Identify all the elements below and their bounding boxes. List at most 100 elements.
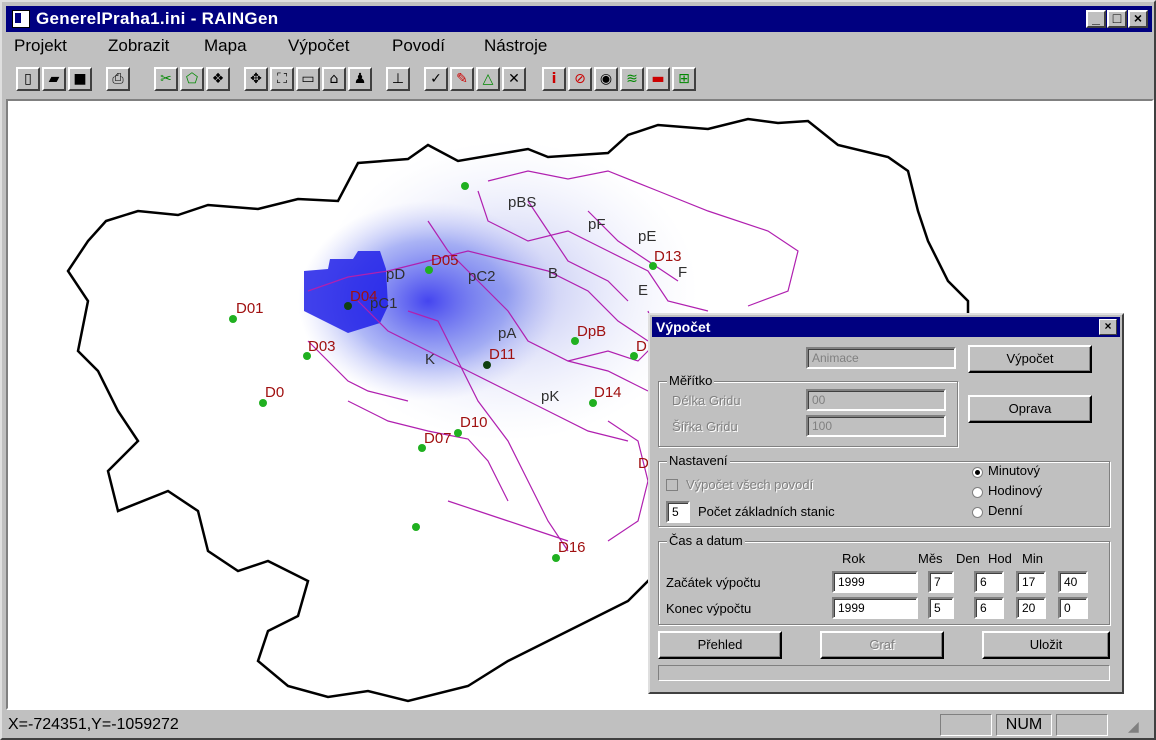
station-label: D13 (654, 248, 682, 265)
zoom-window-icon[interactable]: ▭ (296, 67, 320, 91)
basin-label: pA (498, 325, 516, 342)
radio-minutovy[interactable] (972, 467, 983, 478)
col-mes-label: Měs (918, 551, 943, 566)
triangle-icon[interactable]: △ (476, 67, 500, 91)
sirka-gridu-field[interactable]: 100 (806, 415, 946, 437)
konec-den-field[interactable]: 6 (974, 597, 1004, 619)
vypocet-vsech-label: Výpočet všech povodí (686, 477, 814, 492)
station-label: D (636, 338, 647, 355)
export-icon[interactable]: ⊞ (672, 67, 696, 91)
station-label: D01 (236, 300, 264, 317)
close-button[interactable]: × (1128, 10, 1148, 28)
delka-gridu-field[interactable]: 00 (806, 389, 946, 411)
konec-label: Konec výpočtu (666, 601, 752, 616)
eye-icon[interactable]: ◉ (594, 67, 618, 91)
menu-projekt[interactable]: Projekt (14, 36, 67, 56)
open-folder-icon[interactable]: ▰ (42, 67, 66, 91)
zacatek-mes-field[interactable]: 7 (928, 571, 954, 593)
animace-field: Animace (806, 347, 956, 369)
zacatek-den-field[interactable]: 6 (974, 571, 1004, 593)
dialog-title: Výpočet (656, 319, 711, 335)
new-file-icon[interactable]: ▯ (16, 67, 40, 91)
cursor-coordinates: X=-724351,Y=-1059272 (8, 716, 179, 733)
chart-icon[interactable]: ▬ (646, 67, 670, 91)
check-icon[interactable]: ✓ (424, 67, 448, 91)
station-label: D10 (460, 414, 488, 431)
station-label: D11 (489, 346, 515, 363)
prehled-button[interactable]: Přehled (658, 631, 782, 659)
konec-min-field[interactable]: 0 (1058, 597, 1088, 619)
vypocet-button[interactable]: Výpočet (968, 345, 1092, 373)
station-label: D03 (308, 338, 336, 355)
basin-label: pF (588, 216, 606, 233)
vypocet-vsech-checkbox[interactable] (666, 479, 678, 491)
station-label: DpB (577, 323, 606, 340)
sirka-gridu-label: Šířka Gridu (672, 419, 738, 434)
print-icon[interactable]: ⎙ (106, 67, 130, 91)
station-icon[interactable]: ⊥ (386, 67, 410, 91)
zacatek-label: Začátek výpočtu (666, 575, 761, 590)
dialog-title-bar: Výpočet × (652, 317, 1120, 337)
menu-vypocet[interactable]: Výpočet (288, 36, 349, 56)
basin-label: pC1 (370, 295, 398, 312)
pocet-stanic-field[interactable]: 5 (666, 501, 690, 523)
shape-icon[interactable]: ❖ (206, 67, 230, 91)
zoom-extent-icon[interactable]: ⛶ (270, 67, 294, 91)
col-hod-label: Hod (988, 551, 1012, 566)
zacatek-hod-field[interactable]: 17 (1016, 571, 1046, 593)
radio-hodinovy[interactable] (972, 487, 983, 498)
konec-rok-field[interactable]: 1999 (832, 597, 918, 619)
status-pane-empty (1056, 714, 1108, 736)
station-label: D07 (424, 430, 452, 447)
basin-label: pK (541, 388, 559, 405)
basin-label: pBS (508, 194, 536, 211)
pocet-stanic-label: Počet základních stanic (698, 504, 835, 519)
meritko-label: Měřítko (667, 373, 715, 388)
cas-datum-label: Čas a datum (667, 533, 745, 548)
zacatek-min-field[interactable]: 40 (1058, 571, 1088, 593)
konec-hod-field[interactable]: 20 (1016, 597, 1046, 619)
ulozit-button[interactable]: Uložit (982, 631, 1110, 659)
num-lock-indicator: NUM (996, 714, 1052, 736)
delete-icon[interactable]: ✕ (502, 67, 526, 91)
progress-bar (658, 665, 1110, 681)
person-icon[interactable]: ♟ (348, 67, 372, 91)
konec-mes-field[interactable]: 5 (928, 597, 954, 619)
delka-gridu-label: Délka Gridu (672, 393, 741, 408)
pencil-icon[interactable]: ✎ (450, 67, 474, 91)
col-min-label: Min (1022, 551, 1043, 566)
radio-denni-label: Denní (988, 503, 1023, 518)
menu-nastroje[interactable]: Nástroje (484, 36, 547, 56)
radio-denni[interactable] (972, 507, 983, 518)
no-entry-icon[interactable]: ⊘ (568, 67, 592, 91)
dialog-close-button[interactable]: × (1099, 319, 1117, 335)
layers-icon[interactable]: ≋ (620, 67, 644, 91)
zacatek-rok-field[interactable]: 1999 (832, 571, 918, 593)
pan-icon[interactable]: ✥ (244, 67, 268, 91)
graf-button[interactable]: Graf (820, 631, 944, 659)
maximize-button[interactable]: □ (1107, 10, 1127, 28)
minimize-button[interactable]: _ (1086, 10, 1106, 28)
station-label: D14 (594, 384, 622, 401)
nastaveni-label: Nastavení (667, 453, 730, 468)
station-label: D16 (558, 539, 586, 556)
menu-povodi[interactable]: Povodí (392, 36, 445, 56)
cut-icon[interactable]: ✂ (154, 67, 178, 91)
home-icon[interactable]: ⌂ (322, 67, 346, 91)
menu-mapa[interactable]: Mapa (204, 36, 247, 56)
toolbar: ▯ ▰ ■ ⎙ ✂ ⬠ ❖ ✥ ⛶ ▭ ⌂ ♟ ⊥ ✓ ✎ △ ✕ i ⊘ ◉ … (6, 62, 1152, 98)
station-label: D05 (431, 252, 459, 269)
app-icon (12, 10, 30, 28)
col-rok-label: Rok (842, 551, 866, 566)
polygon-icon[interactable]: ⬠ (180, 67, 204, 91)
basin-label: E (638, 282, 648, 299)
info-icon[interactable]: i (542, 67, 566, 91)
oprava-button[interactable]: Oprava (968, 395, 1092, 423)
basin-label: B (548, 265, 558, 282)
main-window: GenerelPraha1.ini - RAINGen _ □ × Projek… (0, 0, 1156, 740)
basin-label: pE (638, 228, 656, 245)
menu-zobrazit[interactable]: Zobrazit (108, 36, 169, 56)
resize-grip-icon[interactable]: ◢ (1128, 718, 1139, 735)
save-icon[interactable]: ■ (68, 67, 92, 91)
basin-label: pC2 (468, 268, 496, 285)
